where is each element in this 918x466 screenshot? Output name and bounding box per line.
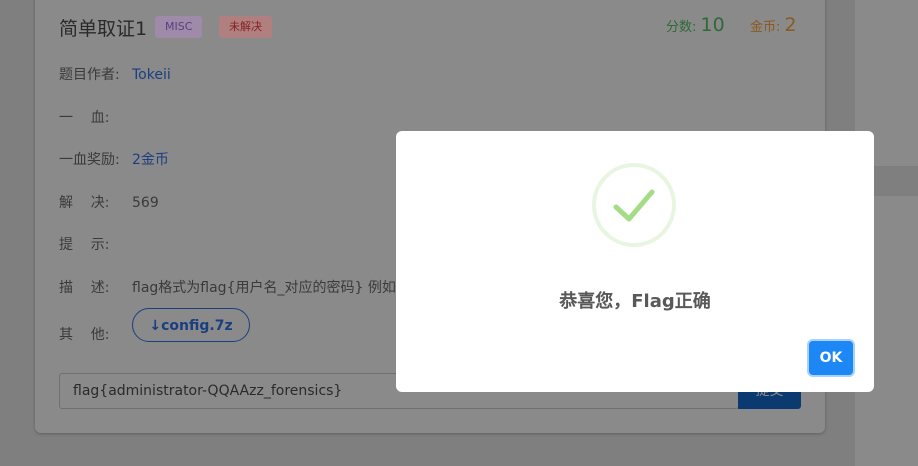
firstblood-label: 一 血: [59,110,110,126]
challenge-title: 简单取证1 [59,18,148,40]
author-link[interactable]: Tokeii [132,67,171,83]
author-label: 题目作者: [59,67,120,83]
firstblood-reward-value: 2金币 [132,152,169,168]
category-badge: MISC [155,16,203,38]
description-value: flag格式为flag{用户名_对应的密码} 例如 [132,280,396,296]
points-display: 分数: 10 [666,14,725,36]
description-row: 描 述: flag格式为flag{用户名_对应的密码} 例如 [59,277,396,297]
description-label: 描 述: [59,280,110,296]
points-label: 分数: [666,20,697,35]
solves-row: 解 决: 569 [59,192,159,212]
author-row: 题目作者: Tokeii [59,64,171,84]
firstblood-row: 一 血: [59,107,132,127]
success-message: 恭喜您，Flag正确 [559,291,711,312]
firstblood-reward-row: 一血奖励: 2金币 [59,149,169,169]
firstblood-reward-label: 一血奖励: [59,152,120,168]
coins-label: 金币: [750,20,781,35]
points-value: 10 [700,14,725,36]
solves-value: 569 [132,195,159,211]
hint-label: 提 示: [59,237,110,253]
success-dialog: 恭喜您，Flag正确 OK [396,131,874,392]
coins-value: 2 [784,14,797,36]
solves-label: 解 决: [59,195,110,211]
ok-button[interactable]: OK [809,341,853,375]
other-label: 其 他: [59,327,110,343]
status-badge: 未解决 [219,16,272,38]
other-row: 其 他: [59,324,132,344]
success-check-icon [592,163,676,247]
hint-row: 提 示: [59,234,132,254]
coins-display: 金币: 2 [750,14,797,36]
download-config-button[interactable]: ↓config.7z [132,308,250,342]
